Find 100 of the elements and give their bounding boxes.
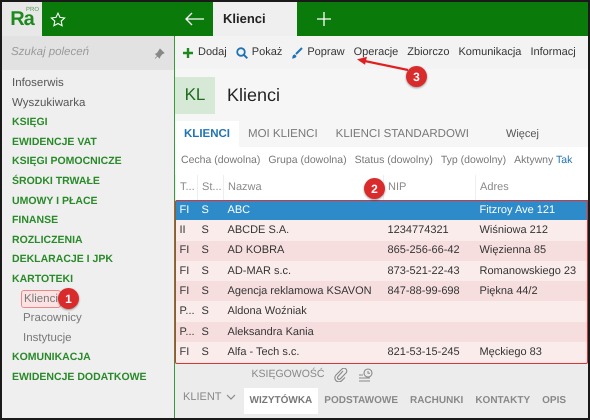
panel-tab[interactable]: KONTAKTY [469,388,536,414]
table-cell: Wiśniowa 212 [480,224,548,236]
panel-tab[interactable]: PODSTAWOWE [318,388,404,414]
column-header[interactable]: T... [180,181,195,194]
pin-icon[interactable] [154,48,165,58]
sidebar-section[interactable]: EWIDENCJE VAT [2,132,174,152]
filter-dropdown[interactable]: Cecha (dowolna) [181,153,260,169]
table-row[interactable]: FI S Agencja reklamowa KSAVON 847-88-99-698 Piękna 44/2 [176,281,588,302]
table-cell: AD KOBRA [228,244,284,256]
table-cell: P... [180,326,195,338]
table-row[interactable]: FI S ABC Fitzroy Ave 121 [176,200,588,220]
table-cell: S [202,326,209,338]
table-cell: Fitzroy Ave 121 [480,204,556,216]
panel-section-label[interactable]: KLIENT [183,388,222,406]
callout-arrow [356,56,410,72]
table-cell: Agencja reklamowa KSAVON [228,285,372,298]
sidebar-section[interactable]: KOMUNIKACJA [2,348,174,368]
filter-dropdown[interactable]: Typ (dowolny) [440,153,506,169]
back-arrow-icon[interactable] [184,12,205,26]
table-cell: Męckiego 83 [480,346,542,358]
filter-label[interactable]: Aktywny [514,154,554,166]
column-header[interactable]: Adres [480,181,509,194]
search-box[interactable]: Szukaj poleceń [2,36,174,70]
table-row[interactable]: P... S Aldona Woźniak [176,301,588,322]
sidebar-section[interactable]: EWIDENCJE DODATKOWE [2,368,174,388]
module-badge: KL [175,76,215,114]
panel-tab[interactable]: KSIĘGOWOŚĆ [252,367,324,383]
sidebar-item[interactable]: Infoserwis [2,74,174,94]
sidebar-section[interactable]: ROZLICZENIA [2,230,174,250]
toolbar-button[interactable]: Dodaj [182,44,227,61]
sidebar-section[interactable]: KSIĘGI POMOCNICZE [2,152,174,172]
sidebar-item[interactable]: Klienci [21,290,61,308]
table-cell: S [202,244,209,256]
table-cell: Aldona Woźniak [228,305,307,318]
table-cell: FI [180,285,190,298]
sidebar-item[interactable]: Pracownicy [21,310,84,326]
star-icon[interactable] [50,12,66,26]
toolbar-button[interactable]: Komunikacja [458,44,522,61]
column-header[interactable]: NIP [388,181,406,194]
table-cell: Alfa - Tech s.c. [228,346,300,358]
tab[interactable]: KLIENCI [175,121,239,147]
sidebar-section[interactable]: ŚRODKI TRWAŁE [2,172,174,192]
sidebar-section[interactable]: KSIĘGI [2,113,174,133]
toolbar-button[interactable]: Informacj [530,44,576,61]
sidebar-section[interactable]: UMOWY I PŁACE [2,192,174,212]
toolbar-button[interactable]: Zbiorczo [407,44,450,61]
toolbar-button[interactable]: Operacje [354,44,398,61]
table-cell: FI [180,244,190,256]
window-title[interactable]: Klienci [213,2,297,36]
table-cell: ABC [228,204,250,216]
table-cell: S [202,204,209,216]
search-icon [236,46,248,58]
table-cell: 847-88-99-698 [388,285,460,298]
table-row[interactable]: II S ABCDE S.A. 1234774321 Wiśniowa 212 [176,220,588,241]
table-row[interactable]: P... S Aleksandra Kania [176,322,588,342]
table-cell: 873-521-22-43 [388,264,460,277]
table-row[interactable]: FI S AD KOBRA 865-256-66-42 Więzienna 85 [176,240,588,261]
table-cell: Aleksandra Kania [228,326,314,338]
filter-value[interactable]: Tak [556,154,572,166]
table-cell: S [202,264,209,277]
table-cell: II [180,224,186,236]
page-title: Klienci [227,84,280,106]
table-row[interactable]: FI S AD-MAR s.c. 873-521-22-43 Romanowskiego 23 [176,260,588,282]
toolbar-button[interactable]: Popraw [291,44,345,61]
tab[interactable]: KLIENCI STANDARDOWI [326,121,478,147]
table-cell: 1234774321 [388,224,449,236]
table-cell: Piękna 44/2 [480,285,538,298]
sidebar-section[interactable]: KARTOTEKI [2,270,174,290]
table-row[interactable]: FI S Alfa - Tech s.c. 821-53-15-245 Męckiego 83 [176,342,588,362]
panel-tab[interactable]: RACHUNKI [404,388,470,414]
sidebar-item[interactable]: Wyszukiwarka [2,94,174,114]
brush-icon [291,46,304,58]
tab[interactable]: MOI KLIENCI [239,121,327,147]
toolbar-button[interactable]: Pokaż [236,44,282,61]
table-cell: 821-53-15-245 [388,346,460,358]
table-cell: S [202,224,209,236]
search-field[interactable]: Szukaj poleceń [11,44,141,62]
paperclip-icon[interactable] [334,368,348,382]
sidebar-section[interactable]: DEKLARACJE I JPK [2,250,174,270]
column-header[interactable]: Nazwa [228,181,262,194]
filter-dropdown[interactable]: Status (dowolny) [354,153,433,169]
table-cell: FI [180,204,190,216]
chevron-down-icon[interactable] [226,394,236,400]
history-icon[interactable] [358,368,374,382]
panel-tab[interactable]: WIZYTÓWKA [244,388,318,414]
filter-dropdown[interactable]: Grupa (dowolna) [268,153,347,169]
sidebar-section[interactable]: FINANSE [2,211,174,231]
panel-tab[interactable]: OPIS [536,388,572,414]
table-cell: Romanowskiego 23 [480,264,576,277]
table-cell: Więzienna 85 [480,244,546,256]
callout-number: 2 [364,178,385,199]
table-cell: AD-MAR s.c. [228,264,292,277]
column-header[interactable]: St... [202,181,222,194]
sidebar-item[interactable]: Instytucje [21,330,74,346]
tab[interactable]: Więcej [478,121,548,147]
table-cell: ABCDE S.A. [228,224,290,236]
table-cell: 865-256-66-42 [388,244,460,256]
table-cell: S [202,285,209,298]
add-tab-icon[interactable] [317,12,331,26]
plus-icon [182,46,194,58]
